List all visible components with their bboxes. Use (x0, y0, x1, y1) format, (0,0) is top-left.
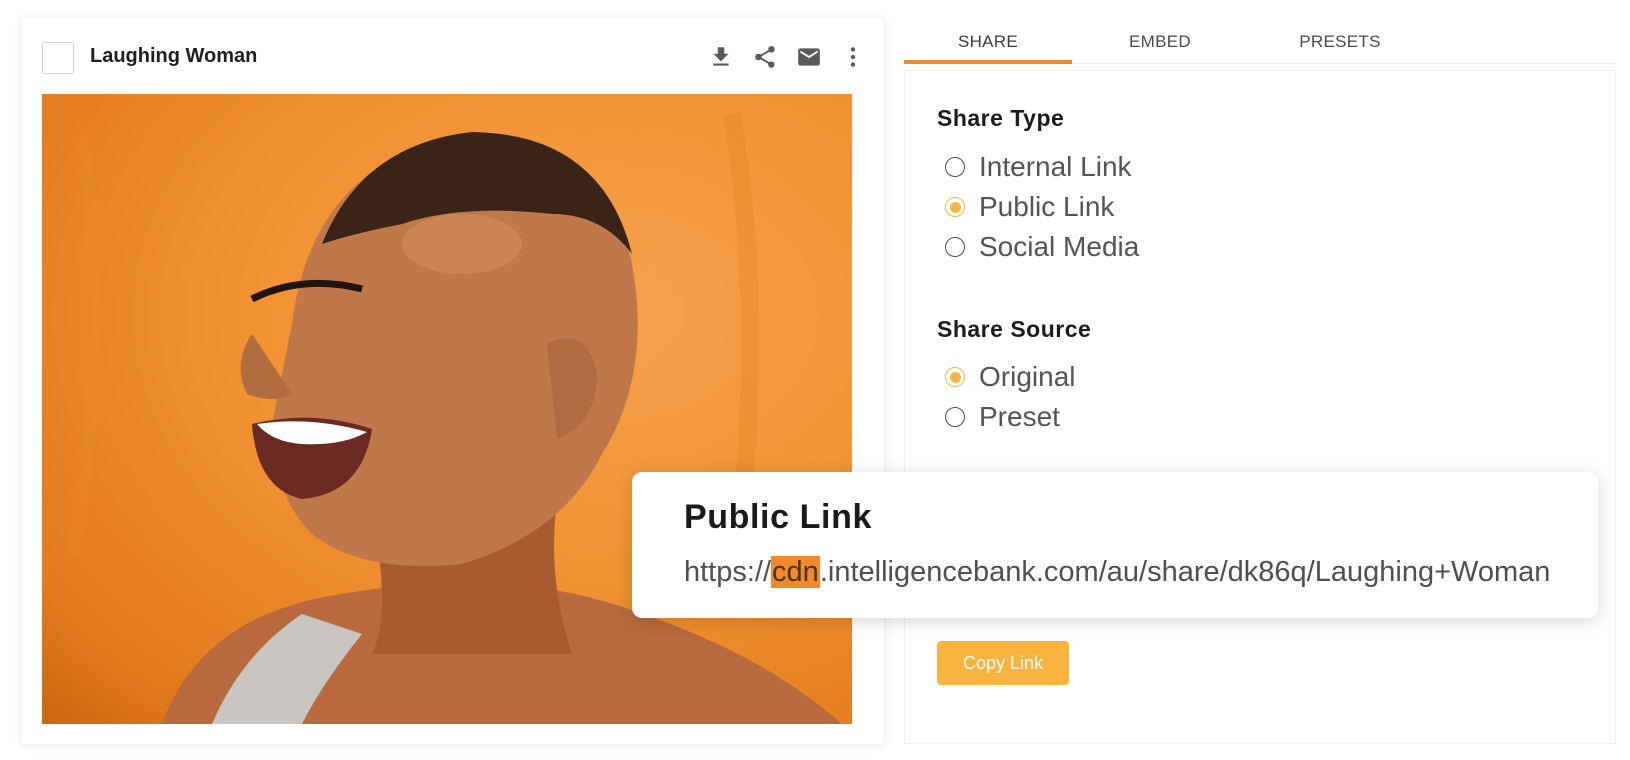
radio-preset[interactable]: Preset (945, 401, 1060, 433)
public-link-card: Public Link https://cdn.intelligencebank… (632, 472, 1598, 618)
public-link-title: Public Link (684, 498, 872, 536)
url-suffix: .intelligencebank.com/au/share/dk86q/Lau… (819, 556, 1551, 588)
tab-presets[interactable]: PRESETS (1256, 24, 1424, 64)
radio-label: Original (979, 361, 1076, 392)
tab-share[interactable]: SHARE (904, 24, 1072, 64)
radio-label: Preset (979, 401, 1060, 432)
laughing-woman-image (65, 112, 842, 724)
radio-button[interactable] (945, 407, 965, 427)
more-vertical-icon (850, 47, 856, 67)
url-prefix: https:// (684, 556, 772, 588)
radio-button-selected[interactable] (945, 197, 965, 217)
share-source-title: Share Source (937, 316, 1092, 342)
radio-label: Social Media (979, 231, 1140, 262)
asset-select-checkbox[interactable] (42, 42, 74, 74)
radio-label: Internal Link (979, 151, 1132, 182)
email-button[interactable] (792, 40, 826, 74)
radio-label: Public Link (979, 191, 1115, 222)
public-link-url[interactable]: https://cdn.intelligencebank.com/au/shar… (684, 556, 1550, 589)
url-highlight: cdn (771, 556, 820, 588)
asset-actions (704, 40, 870, 74)
share-tabs: SHARE EMBED PRESETS (904, 24, 1616, 64)
asset-card: Laughing Woman (22, 18, 884, 744)
asset-title: Laughing Woman (90, 45, 258, 67)
radio-internal-link[interactable]: Internal Link (945, 151, 1132, 183)
share-button[interactable] (748, 40, 782, 74)
share-panel: Share Type Internal Link Public Link Soc… (904, 70, 1616, 744)
radio-button[interactable] (945, 237, 965, 257)
radio-social-media[interactable]: Social Media (945, 231, 1139, 263)
share-type-title: Share Type (937, 105, 1065, 131)
radio-original[interactable]: Original (945, 361, 1075, 393)
asset-photo (42, 94, 852, 724)
more-options-button[interactable] (836, 40, 870, 74)
radio-button-selected[interactable] (945, 367, 965, 387)
tab-embed[interactable]: EMBED (1076, 24, 1244, 64)
radio-public-link[interactable]: Public Link (945, 191, 1114, 223)
share-icon (755, 46, 775, 68)
copy-link-button[interactable]: Copy Link (937, 641, 1069, 685)
download-button[interactable] (704, 40, 738, 74)
asset-header: Laughing Woman (22, 18, 884, 94)
download-icon (713, 47, 729, 66)
email-icon (798, 48, 820, 66)
radio-button[interactable] (945, 157, 965, 177)
